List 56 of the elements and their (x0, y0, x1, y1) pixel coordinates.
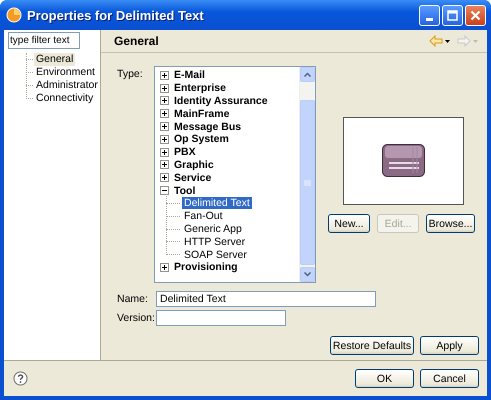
minimize-button[interactable] (419, 4, 440, 26)
nav-item[interactable]: Environment (34, 66, 97, 79)
preview-button[interactable]: Browse... (426, 214, 475, 233)
minimize-icon (426, 18, 433, 20)
document-icon (380, 143, 426, 179)
text-field[interactable]: Delimited Text (156, 291, 376, 307)
tree-item[interactable]: Identity Assurance (172, 94, 270, 107)
expand-icon[interactable] (160, 160, 169, 170)
tree-item[interactable]: Enterprise (172, 82, 228, 94)
preview-button[interactable]: New... (328, 214, 370, 233)
tree-item[interactable]: Provisioning (172, 261, 240, 274)
close-icon (470, 10, 481, 20)
field-label: Type: (117, 67, 144, 82)
page-title: General (114, 34, 160, 48)
tree-item[interactable]: SOAP Server (182, 248, 249, 261)
tree-item[interactable]: Tool (172, 184, 198, 197)
tree-item[interactable]: Graphic (172, 158, 216, 171)
nav-item[interactable]: Administrator (34, 79, 100, 92)
field-label: Version: (117, 312, 156, 324)
app-icon (6, 7, 22, 23)
tree-item[interactable]: Service (172, 172, 214, 184)
help-icon[interactable] (13, 371, 28, 386)
tree-item[interactable]: MainFrame (172, 108, 232, 120)
expand-icon[interactable] (160, 262, 169, 272)
page-button[interactable]: Restore Defaults (330, 336, 414, 355)
dialog-button[interactable]: OK (355, 369, 414, 388)
tree-item[interactable]: Message Bus (172, 120, 244, 133)
tree-item[interactable]: HTTP Server (182, 236, 248, 248)
expand-icon[interactable] (160, 134, 169, 144)
expand-icon[interactable] (160, 96, 169, 106)
nav-item[interactable]: Connectivity (34, 92, 96, 105)
dialog-button[interactable]: Cancel (420, 369, 479, 388)
expand-icon[interactable] (160, 84, 169, 93)
tree-item[interactable]: Generic App (182, 222, 244, 235)
nav-item[interactable]: General (34, 53, 76, 66)
expand-icon[interactable] (160, 70, 169, 80)
field-label: Name: (117, 293, 149, 305)
expand-icon[interactable] (160, 122, 169, 132)
tree-item[interactable]: PBX (172, 146, 198, 158)
grip-icon[interactable] (304, 180, 311, 186)
scrollbar[interactable] (299, 67, 315, 282)
maximize-icon (447, 10, 458, 20)
tree-item[interactable]: Op System (172, 133, 231, 146)
expand-icon[interactable] (160, 109, 169, 118)
expand-icon[interactable] (160, 148, 169, 157)
expand-icon[interactable] (160, 173, 169, 182)
tree-item[interactable]: E-Mail (172, 69, 207, 82)
close-button[interactable] (465, 4, 486, 26)
window-title: Properties for Delimited Text (27, 8, 205, 22)
collapse-icon[interactable] (160, 186, 169, 196)
text-field[interactable] (156, 310, 286, 326)
maximize-button[interactable] (442, 4, 463, 26)
tree-item[interactable]: Fan-Out (182, 210, 225, 222)
page-button[interactable]: Apply (420, 336, 479, 355)
filter-field[interactable]: type filter text (8, 32, 80, 49)
tree-item[interactable]: Delimited Text (182, 197, 252, 210)
